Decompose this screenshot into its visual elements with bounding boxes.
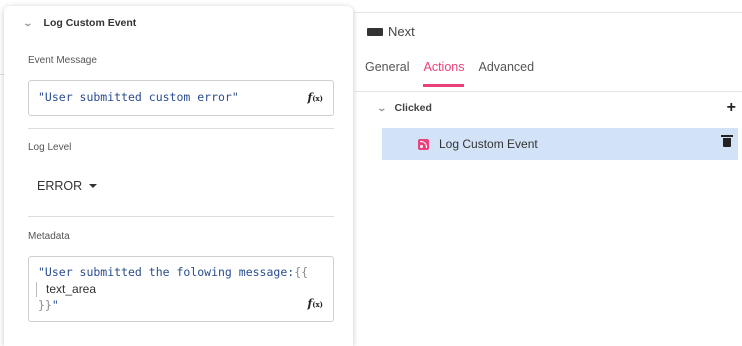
section-divider: [28, 128, 334, 129]
function-icon[interactable]: f(x): [307, 297, 323, 310]
caret-down-icon: [89, 184, 98, 188]
chevron-down-icon[interactable]: ⌄: [376, 103, 387, 114]
indent-guide: [36, 282, 37, 297]
metadata-variable: text_area: [46, 282, 97, 296]
event-group-clicked[interactable]: ⌄ Clicked +: [376, 99, 736, 117]
log-level-select[interactable]: ERROR: [37, 179, 98, 193]
add-action-icon[interactable]: +: [727, 99, 736, 117]
function-icon[interactable]: f(x): [307, 91, 323, 104]
log-level-value: ERROR: [37, 179, 83, 193]
action-item-label: Log Custom Event: [439, 137, 538, 151]
tab-actions[interactable]: Actions: [423, 60, 465, 87]
log-custom-event-panel: ⌄ Log Custom Event Event Message "User s…: [4, 6, 353, 346]
event-message-value: "User submitted custom error": [38, 90, 239, 104]
section-divider: [28, 216, 334, 217]
inspector-tabs: General Actions Advanced: [365, 60, 548, 87]
panel-header[interactable]: ⌄ Log Custom Event: [22, 17, 137, 29]
action-item-log-custom-event[interactable]: Log Custom Event: [382, 128, 738, 160]
button-component-icon: [367, 27, 383, 36]
event-group-label: Clicked: [394, 102, 432, 114]
metadata-label: Metadata: [28, 231, 70, 242]
panel-title: Log Custom Event: [43, 17, 137, 29]
tab-advanced[interactable]: Advanced: [478, 60, 534, 87]
component-name: Next: [367, 24, 415, 39]
top-divider: [354, 12, 742, 13]
trash-icon[interactable]: [721, 135, 733, 147]
inspector-panel: Next General Actions Advanced ⌄ Clicked …: [354, 0, 742, 340]
metadata-line-3: }}": [38, 298, 59, 312]
rss-icon: [418, 138, 429, 150]
event-message-label: Event Message: [28, 55, 97, 66]
tab-general[interactable]: General: [365, 60, 409, 87]
metadata-input[interactable]: "User submitted the folowing message:{{ …: [28, 256, 334, 322]
component-name-label: Next: [388, 24, 415, 39]
log-level-label: Log Level: [28, 142, 72, 153]
metadata-line-1: "User submitted the folowing message:{{: [38, 265, 309, 279]
tabs-divider: [354, 91, 742, 92]
event-message-input[interactable]: "User submitted custom error" f(x): [28, 80, 334, 116]
chevron-down-icon[interactable]: ⌄: [22, 18, 33, 29]
